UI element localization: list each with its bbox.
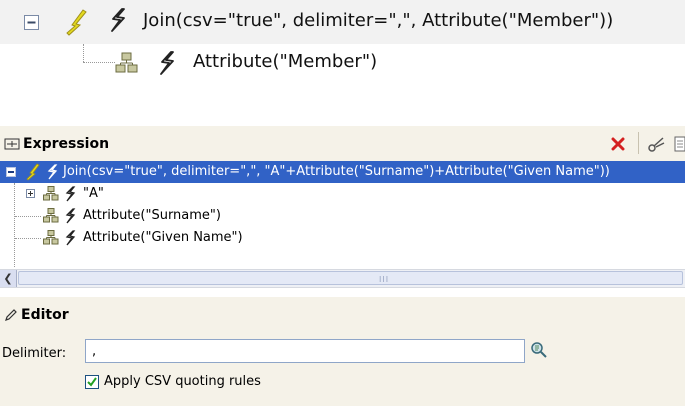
- pencil-icon: [4, 308, 18, 322]
- editor-panel-title: Editor: [21, 306, 69, 323]
- expression-given-name-label: Attribute("Given Name"): [83, 230, 243, 245]
- scroll-left-button[interactable]: ❮: [0, 270, 17, 287]
- tree-connector: [83, 62, 115, 64]
- expression-root-label: Join(csv="true", delimiter=",", "A"+Attr…: [63, 164, 610, 179]
- function-token-icon: [25, 163, 43, 181]
- expression-surname-label: Attribute("Surname"): [83, 208, 221, 223]
- expression-root-row[interactable]: Join(csv="true", delimiter=",", "A"+Attr…: [0, 161, 685, 183]
- editor-body: Delimiter: Apply CSV quoting rules: [0, 332, 685, 406]
- collapse-icon[interactable]: [6, 167, 16, 177]
- lightning-icon: [65, 230, 76, 246]
- copy-icon[interactable]: [674, 135, 685, 153]
- top-tree-root-row[interactable]: Join(csv="true", delimiter=",", Attribut…: [0, 0, 685, 44]
- top-tree-child-row[interactable]: Attribute("Member"): [0, 44, 685, 80]
- expression-icon: [4, 137, 20, 151]
- tree-connector: [15, 238, 41, 240]
- root-expression-label: Join(csv="true", delimiter=",", Attribut…: [143, 10, 614, 31]
- csv-quoting-label: Apply CSV quoting rules: [104, 374, 261, 389]
- lightning-icon: [109, 8, 127, 32]
- expression-a-label: "A": [83, 186, 104, 201]
- attribute-token-icon: [115, 52, 139, 74]
- tree-connector: [15, 216, 41, 218]
- browse-icon[interactable]: [530, 341, 548, 359]
- lightning-icon: [65, 208, 76, 224]
- child-expression-label: Attribute("Member"): [193, 51, 378, 72]
- collapse-icon[interactable]: [24, 15, 39, 30]
- lightning-icon: [65, 186, 76, 202]
- delimiter-input[interactable]: [85, 339, 525, 363]
- tree-connector: [14, 183, 16, 267]
- function-token-icon: [64, 7, 92, 37]
- expression-panel-header: Expression: [0, 126, 685, 161]
- horizontal-scrollbar[interactable]: ❮ III: [0, 269, 685, 288]
- tree-connector: [83, 44, 85, 62]
- toolbar-separator: [638, 132, 639, 154]
- attribute-token-icon: [43, 230, 59, 245]
- delete-icon[interactable]: [611, 137, 625, 151]
- attribute-token-icon: [43, 186, 59, 201]
- lightning-icon: [47, 164, 58, 180]
- scroll-thumb[interactable]: III: [18, 271, 683, 285]
- attribute-token-icon: [43, 208, 59, 223]
- csv-quoting-checkbox[interactable]: [85, 374, 99, 389]
- expression-panel-title: Expression: [23, 135, 110, 152]
- expand-icon[interactable]: [26, 189, 35, 198]
- cut-icon[interactable]: [648, 135, 666, 153]
- expression-tree[interactable]: Join(csv="true", delimiter=",", "A"+Attr…: [0, 161, 685, 267]
- scroll-grip: III: [379, 275, 390, 284]
- csv-quoting-option[interactable]: Apply CSV quoting rules: [85, 374, 261, 389]
- editor-panel-header: Editor: [0, 297, 685, 332]
- delimiter-label: Delimiter:: [2, 346, 67, 361]
- lightning-icon: [158, 51, 176, 75]
